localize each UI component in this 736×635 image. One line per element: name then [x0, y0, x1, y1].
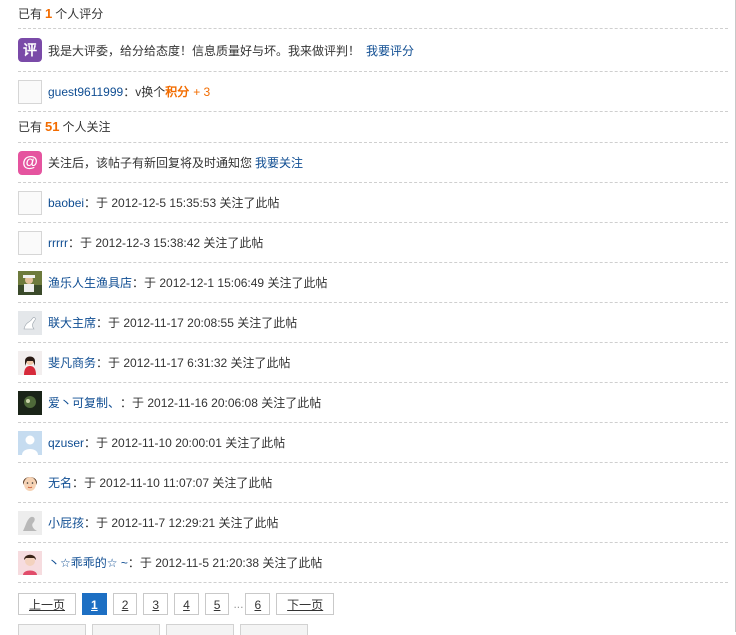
follow-time: ：于 2012-12-5 15:35:53 关注了此帖 — [84, 196, 280, 210]
action-button[interactable] — [166, 624, 234, 635]
page-4-button[interactable]: 4 — [174, 593, 199, 615]
action-button[interactable] — [18, 624, 86, 635]
follow-count: 51 — [45, 119, 60, 134]
avatar[interactable] — [18, 310, 42, 335]
points-value: + 3 — [193, 84, 211, 99]
follow-prompt-text: 关注后，该帖子有新回复将及时通知您 — [48, 156, 253, 170]
last-page-button[interactable]: 6 — [245, 593, 271, 615]
rate-badge-icon: 评 — [18, 38, 42, 62]
follower-username[interactable]: 爱丶可复制、 — [48, 394, 120, 411]
follower-username[interactable]: 丶☆乖乖的☆ ~ — [48, 554, 128, 571]
list-item: 无名 ：于 2012-11-10 11:07:07 关注了此帖 — [18, 463, 728, 503]
rating-prompt-row: 评 我是大评委，给分给态度！信息质量好与坏。我来做评判！ 我要评分 — [18, 29, 728, 72]
follow-summary: 已有 51 个人关注 — [18, 112, 728, 143]
follower-username[interactable]: qzuser — [48, 436, 84, 450]
follow-time: ：于 2012-11-17 20:08:55 关注了此帖 — [96, 316, 298, 330]
rating-prompt-text: 我是大评委，给分给态度！信息质量好与坏。我来做评判！ — [48, 43, 361, 58]
avatar[interactable] — [18, 470, 42, 495]
avatar[interactable] — [18, 430, 42, 455]
follower-username[interactable]: 斐凡商务 — [48, 354, 96, 371]
page-3-button[interactable]: 3 — [143, 593, 169, 615]
avatar[interactable] — [18, 270, 42, 295]
action-buttons-strip — [18, 624, 314, 635]
avatar[interactable] — [18, 350, 42, 375]
at-icon: @ — [18, 150, 42, 175]
follower-username[interactable]: baobei — [48, 196, 84, 210]
list-item: 联大主席 ：于 2012-11-17 20:08:55 关注了此帖 — [18, 303, 728, 343]
follow-time: ：于 2012-11-17 6:31:32 关注了此帖 — [96, 356, 291, 370]
rate-link[interactable]: 我要评分 — [366, 42, 414, 59]
page-1-button[interactable]: 1 — [82, 593, 107, 615]
list-item: 小屁孩 ：于 2012-11-7 12:29:21 关注了此帖 — [18, 503, 728, 543]
page-2-button[interactable]: 2 — [112, 593, 138, 615]
avatar[interactable] — [18, 190, 42, 215]
rating-reason: ：v换个 — [123, 85, 166, 99]
rating-count-suffix: 个人评分 — [55, 7, 104, 21]
list-item: 爱丶可复制、 ：于 2012-11-16 20:06:08 关注了此帖 — [18, 383, 728, 423]
avatar[interactable] — [18, 390, 42, 415]
follower-list: baobei ：于 2012-12-5 15:35:53 关注了此帖 rrrrr… — [18, 183, 728, 583]
page-5-button[interactable]: 5 — [204, 593, 230, 615]
rater-username[interactable]: guest9611999 — [48, 85, 123, 99]
follow-time: ：于 2012-11-10 20:00:01 关注了此帖 — [84, 436, 286, 450]
follower-username[interactable]: rrrrr — [48, 236, 68, 250]
follower-username[interactable]: 小屁孩 — [48, 514, 84, 531]
follow-count-prefix: 已有 — [18, 120, 43, 134]
rating-count-prefix: 已有 — [18, 7, 43, 21]
points-label: 积分 — [165, 85, 190, 99]
follow-link[interactable]: 我要关注 — [255, 154, 303, 171]
follower-username[interactable]: 无名 — [48, 474, 72, 491]
follower-username[interactable]: 联大主席 — [48, 314, 96, 331]
avatar[interactable] — [18, 79, 42, 104]
list-item: rrrrr ：于 2012-12-3 15:38:42 关注了此帖 — [18, 223, 728, 263]
avatar[interactable] — [18, 510, 42, 535]
follow-time: ：于 2012-11-5 21:20:38 关注了此帖 — [127, 556, 323, 570]
pagination: 上一页 1 2 3 4 5 ... 6 下一页 — [18, 593, 340, 615]
follow-time: ：于 2012-11-16 20:06:08 关注了此帖 — [120, 396, 322, 410]
follower-username[interactable]: 渔乐人生渔具店 — [48, 274, 132, 291]
rating-summary: 已有 1 个人评分 — [18, 0, 728, 29]
list-item: 斐凡商务 ：于 2012-11-17 6:31:32 关注了此帖 — [18, 343, 728, 383]
follow-time: ：于 2012-11-7 12:29:21 关注了此帖 — [84, 516, 279, 530]
list-item: 渔乐人生渔具店 ：于 2012-12-1 15:06:49 关注了此帖 — [18, 263, 728, 303]
prev-page-button[interactable]: 上一页 — [18, 593, 77, 615]
follow-count-suffix: 个人关注 — [62, 120, 111, 134]
rating-count: 1 — [45, 6, 53, 21]
page-ellipsis: ... — [233, 597, 244, 611]
follow-prompt-row: @ 关注后，该帖子有新回复将及时通知您 我要关注 — [18, 143, 728, 183]
next-page-button[interactable]: 下一页 — [276, 593, 335, 615]
action-button[interactable] — [240, 624, 308, 635]
list-item: 丶☆乖乖的☆ ~ ：于 2012-11-5 21:20:38 关注了此帖 — [18, 543, 728, 583]
follow-time: ：于 2012-11-10 11:07:07 关注了此帖 — [72, 476, 273, 490]
rating-entry-row: guest9611999 ：v换个 积分 + 3 — [18, 72, 728, 112]
action-button[interactable] — [92, 624, 160, 635]
list-item: baobei ：于 2012-12-5 15:35:53 关注了此帖 — [18, 183, 728, 223]
post-activity-panel: 已有 1 个人评分 评 我是大评委，给分给态度！信息质量好与坏。我来做评判！ 我要评… — [18, 0, 728, 583]
follow-time: ：于 2012-12-1 15:06:49 关注了此帖 — [132, 276, 328, 290]
avatar[interactable] — [18, 550, 42, 575]
list-item: qzuser ：于 2012-11-10 20:00:01 关注了此帖 — [18, 423, 728, 463]
follow-time: ：于 2012-12-3 15:38:42 关注了此帖 — [67, 236, 264, 250]
avatar[interactable] — [18, 230, 42, 255]
